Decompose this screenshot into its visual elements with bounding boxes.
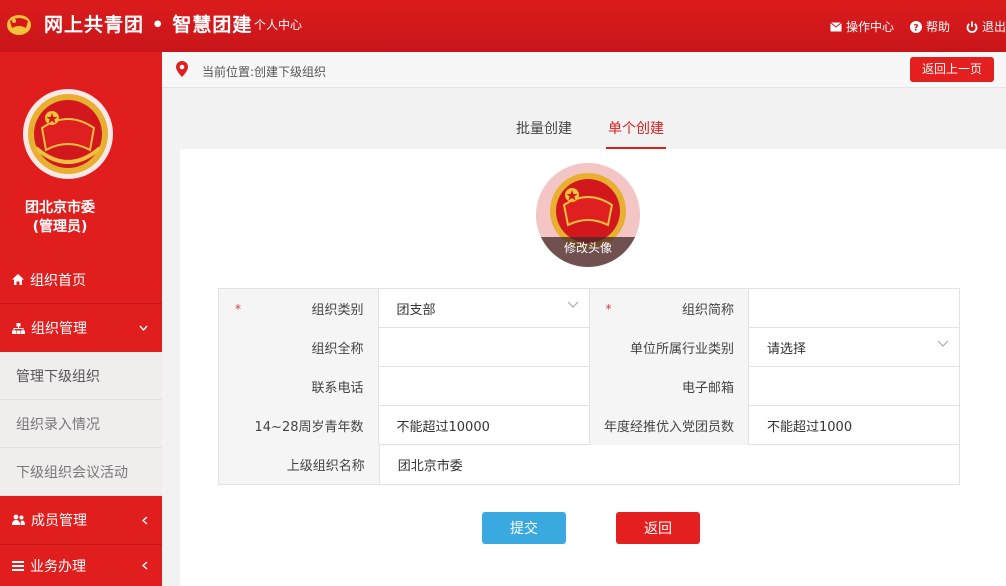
industry-category-select[interactable]: 请选择 bbox=[749, 328, 959, 367]
sidebar-item-home[interactable]: 组织首页 bbox=[0, 256, 162, 304]
org-type-label-cell: * 组织类别 bbox=[219, 289, 379, 328]
sidebar-item-member-management[interactable]: 成员管理 bbox=[0, 496, 162, 544]
form-row: 联系电话 电子邮箱 bbox=[219, 367, 959, 406]
mail-icon bbox=[830, 21, 842, 31]
youth-league-logo-icon bbox=[7, 15, 31, 35]
location-pin-icon bbox=[176, 61, 188, 77]
ops-center-link[interactable]: 操作中心 bbox=[830, 18, 894, 35]
org-name-line1: 团北京市委 bbox=[25, 200, 95, 216]
phone-label: 联系电话 bbox=[219, 367, 379, 406]
help-link[interactable]: ? 帮助 bbox=[909, 18, 950, 35]
required-mark: * bbox=[605, 301, 612, 316]
chevron-down-icon bbox=[567, 301, 578, 308]
form-row: 组织全称 单位所属行业类别 请选择 bbox=[219, 328, 959, 367]
youth-league-emblem-icon bbox=[23, 89, 113, 179]
sidebar-item-org-management[interactable]: 组织管理 bbox=[0, 304, 162, 352]
chevron-left-icon bbox=[142, 561, 148, 570]
ops-center-label: 操作中心 bbox=[845, 20, 894, 34]
top-header: 网上共青团 • 智慧团建 个人中心 操作中心 ? 帮助 退出 bbox=[0, 0, 1006, 52]
org-name: 团北京市委 (管理员) bbox=[0, 199, 120, 237]
chevron-down-icon bbox=[937, 340, 949, 347]
form-row: 14~28周岁青年数 不能超过10000 年度经推优入党团员数 不能超过1000 bbox=[219, 406, 959, 445]
members-icon bbox=[12, 514, 25, 526]
main-content: 批量创建 单个创建 修改头像 * 组织类别 团支部 * 组织简称 组织全称 单位… bbox=[162, 88, 1006, 586]
org-type-select[interactable]: 团支部 bbox=[379, 289, 590, 328]
org-tree-icon bbox=[12, 322, 25, 334]
power-icon bbox=[966, 21, 978, 33]
org-full-name-label: 组织全称 bbox=[219, 328, 379, 367]
org-full-name-input[interactable] bbox=[379, 328, 590, 367]
personal-center-link[interactable]: 个人中心 bbox=[254, 16, 302, 33]
youth-count-label: 14~28周岁青年数 bbox=[219, 406, 379, 445]
home-icon bbox=[12, 274, 24, 285]
email-label: 电子邮箱 bbox=[589, 367, 749, 406]
org-type-value: 团支部 bbox=[396, 303, 436, 318]
form-panel: 修改头像 * 组织类别 团支部 * 组织简称 组织全称 单位所属行业类别 请选择… bbox=[180, 149, 1006, 586]
required-mark: * bbox=[235, 301, 241, 316]
org-short-name-label: 组织简称 bbox=[681, 303, 734, 318]
tab-single-create[interactable]: 单个创建 bbox=[606, 118, 666, 149]
svg-text:?: ? bbox=[913, 23, 918, 33]
industry-category-label: 单位所属行业类别 bbox=[589, 328, 749, 367]
org-avatar bbox=[22, 88, 114, 180]
submit-button[interactable]: 提交 bbox=[482, 512, 566, 544]
help-label: 帮助 bbox=[925, 20, 950, 34]
email-input[interactable] bbox=[749, 367, 959, 406]
form-row: 上级组织名称 团北京市委 bbox=[219, 445, 959, 484]
org-short-name-label-cell: * 组织简称 bbox=[589, 289, 749, 328]
form-row: * 组织类别 团支部 * 组织简称 bbox=[219, 289, 959, 328]
breadcrumb: 当前位置:创建下级组织 bbox=[202, 65, 327, 79]
sidebar-item-business-label: 业务办理 bbox=[30, 558, 86, 575]
sidebar-item-org-management-label: 组织管理 bbox=[31, 321, 87, 337]
breadcrumb-bar: 当前位置:创建下级组织 返回上一页 bbox=[162, 52, 1006, 88]
edit-avatar-label[interactable]: 修改头像 bbox=[536, 237, 640, 267]
sidebar-subitem-sub-org-meetings[interactable]: 下级组织会议活动 bbox=[0, 448, 162, 496]
logout-link[interactable]: 退出 bbox=[966, 18, 1006, 35]
youth-count-input[interactable]: 不能超过10000 bbox=[379, 406, 590, 445]
logout-label: 退出 bbox=[981, 20, 1006, 34]
return-button[interactable]: 返回 bbox=[616, 512, 700, 544]
org-form: * 组织类别 团支部 * 组织简称 组织全称 单位所属行业类别 请选择 联系电话… bbox=[218, 288, 960, 485]
sidebar-item-business[interactable]: 业务办理 bbox=[0, 544, 162, 586]
list-icon bbox=[12, 560, 24, 571]
party-recommend-count-input[interactable]: 不能超过1000 bbox=[749, 406, 959, 445]
tab-batch-create[interactable]: 批量创建 bbox=[516, 118, 572, 146]
industry-category-value: 请选择 bbox=[767, 342, 807, 357]
sidebar-subitem-org-entry-status[interactable]: 组织录入情况 bbox=[0, 400, 162, 448]
org-name-line2: (管理员) bbox=[32, 219, 88, 235]
back-previous-button[interactable]: 返回上一页 bbox=[909, 57, 994, 82]
sidebar-item-member-management-label: 成员管理 bbox=[31, 513, 87, 529]
phone-input[interactable] bbox=[379, 367, 590, 406]
org-type-label: 组织类别 bbox=[311, 303, 364, 318]
org-head-avatar[interactable]: 修改头像 bbox=[536, 163, 640, 267]
brand-title: 网上共青团 • 智慧团建 bbox=[44, 14, 253, 36]
party-recommend-count-label: 年度经推优入党团员数 bbox=[589, 406, 749, 445]
help-icon: ? bbox=[909, 20, 922, 33]
chevron-down-icon bbox=[139, 325, 148, 331]
create-tabs: 批量创建 单个创建 bbox=[162, 118, 1006, 149]
org-short-name-input[interactable] bbox=[749, 289, 959, 328]
sidebar-item-home-label: 组织首页 bbox=[30, 272, 86, 289]
parent-org-value: 团北京市委 bbox=[397, 459, 463, 474]
sidebar-subitem-manage-sub-orgs[interactable]: 管理下级组织 bbox=[0, 352, 162, 400]
chevron-left-icon bbox=[142, 515, 148, 525]
parent-org-label: 上级组织名称 bbox=[219, 445, 380, 484]
